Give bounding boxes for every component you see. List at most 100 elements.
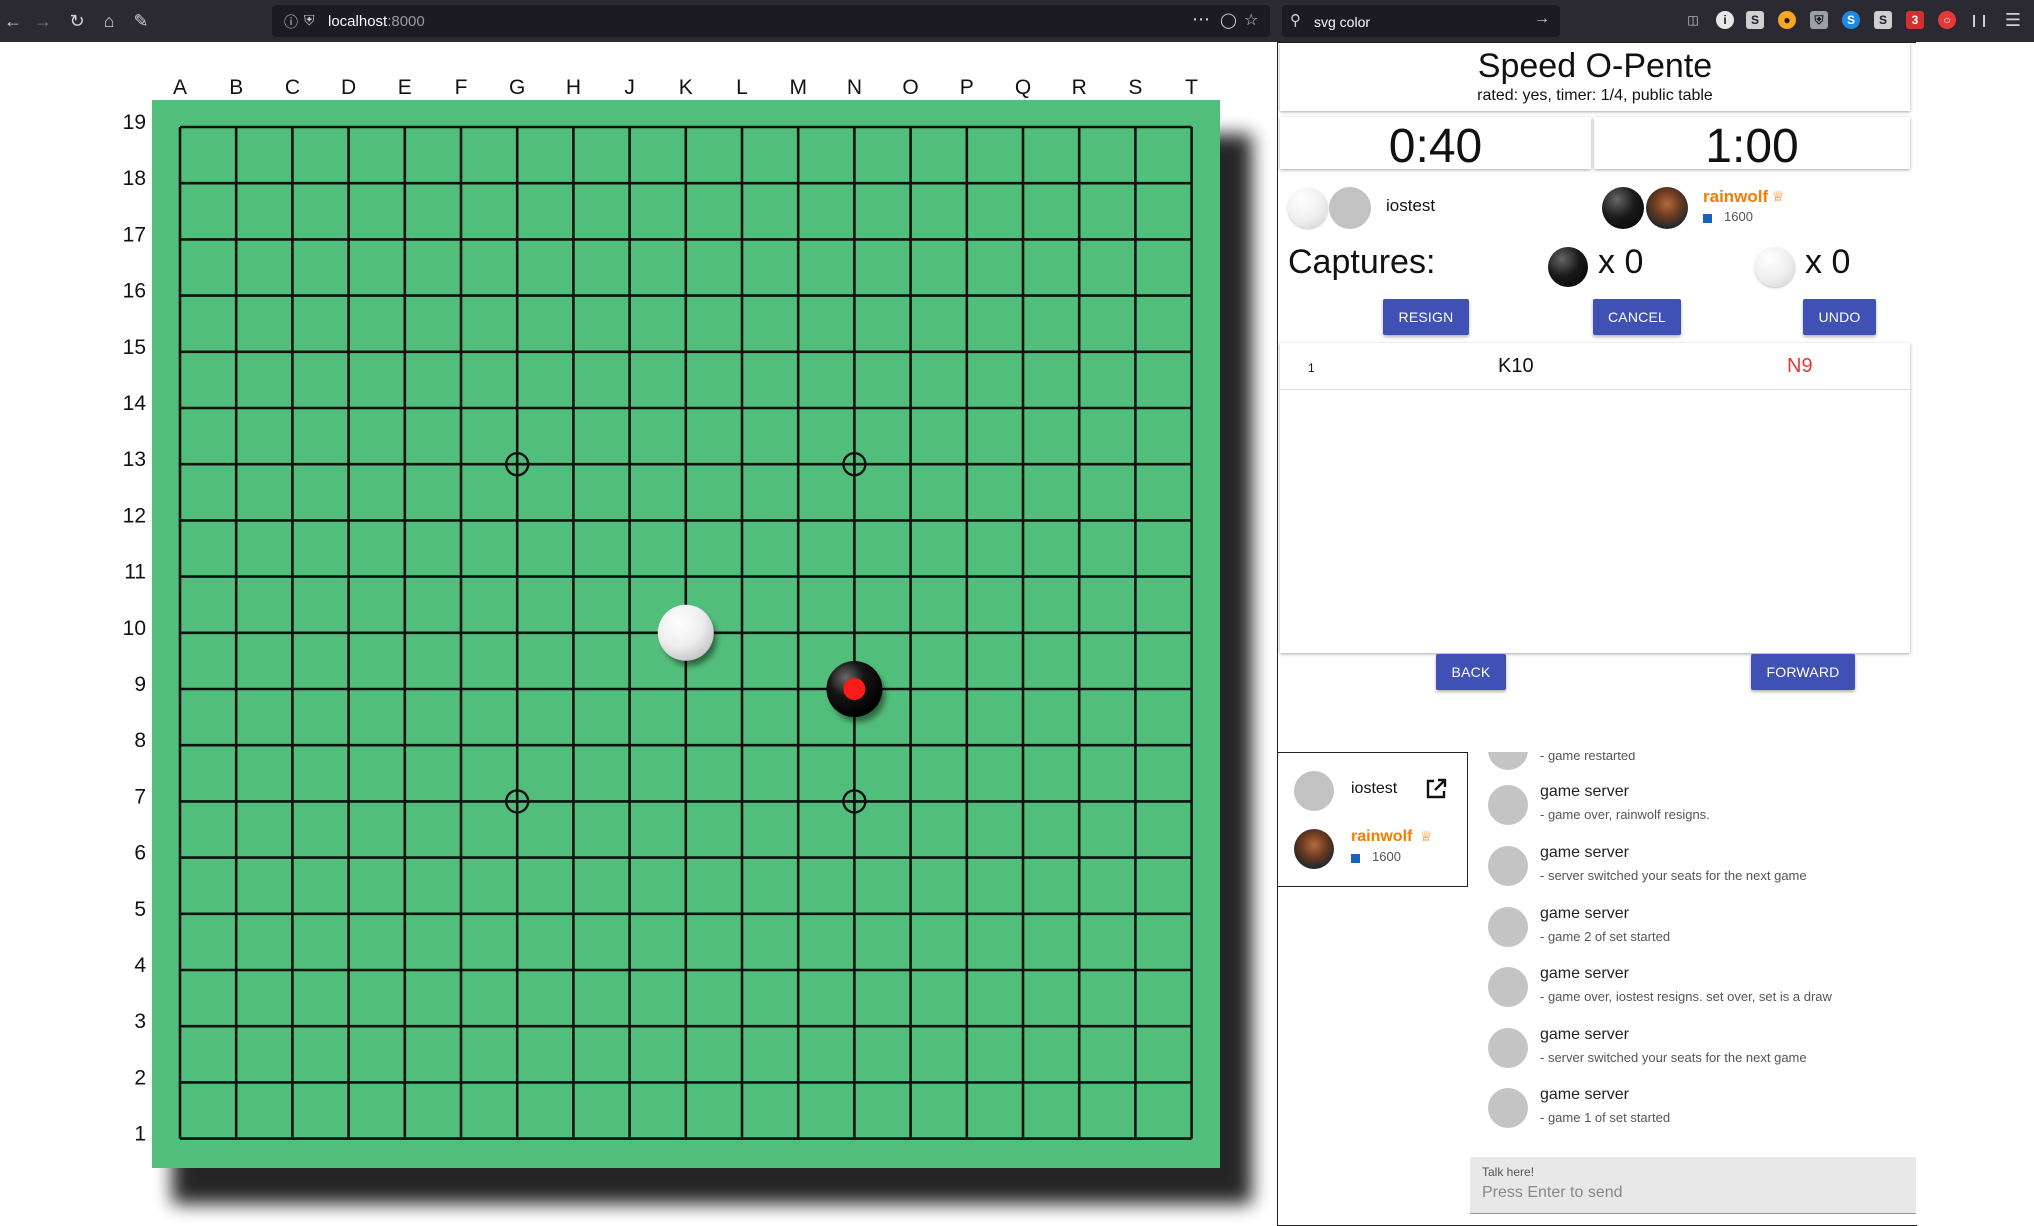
badge-extension-icon[interactable]: 3 bbox=[1906, 11, 1924, 29]
privacy-icon[interactable]: i bbox=[1716, 11, 1734, 29]
chat-messages[interactable]: - game restarted game server - game over,… bbox=[1468, 752, 1916, 1162]
black-stone-icon bbox=[1602, 187, 1644, 229]
extension-icon[interactable]: ✎ bbox=[128, 8, 154, 34]
chat-message: game server - game 2 of set started bbox=[1468, 901, 1916, 957]
game-board[interactable]: ABCDEFGHJKLMNOPQRST 19181716151413121110… bbox=[0, 42, 1270, 1225]
chat-message-text: - game over, rainwolf resigns. bbox=[1540, 807, 1710, 822]
resign-button[interactable]: RESIGN bbox=[1383, 299, 1469, 335]
column-label: S bbox=[1128, 76, 1142, 99]
star-point bbox=[505, 452, 530, 477]
game-panel: Speed O-Pente rated: yes, timer: 1/4, pu… bbox=[1277, 42, 1917, 754]
cancel-button[interactable]: CANCEL bbox=[1593, 299, 1681, 335]
black-capture-count: x 0 bbox=[1598, 243, 1644, 281]
star-point bbox=[842, 789, 867, 814]
row-labels: 19 18 17 16 15 14 13 12 11 10 9 8 7 6 5 4 3 2 1 bbox=[123, 111, 147, 1146]
row-label: 6 bbox=[134, 842, 146, 865]
timer-right: 1:00 bbox=[1705, 120, 1799, 173]
column-label: J bbox=[624, 76, 635, 99]
crown-icon: ♕ bbox=[1772, 188, 1785, 204]
move-row[interactable]: 1 K10 N9 bbox=[1280, 343, 1910, 390]
search-query: svg color bbox=[1314, 14, 1371, 30]
table-player-rating: 1600 bbox=[1372, 849, 1401, 864]
row-label: 11 bbox=[124, 561, 146, 584]
open-external-icon[interactable] bbox=[1424, 777, 1448, 801]
chat-message: game server - game 1 of set started bbox=[1468, 1082, 1916, 1138]
url-host: localhost bbox=[328, 13, 388, 30]
move-white[interactable]: K10 bbox=[1498, 355, 1534, 378]
captures-label: Captures: bbox=[1288, 243, 1436, 281]
player-black-name[interactable]: rainwolf bbox=[1703, 187, 1768, 207]
column-label: H bbox=[566, 76, 581, 99]
table-player-name[interactable]: iostest bbox=[1351, 780, 1397, 798]
move-black[interactable]: N9 bbox=[1787, 355, 1813, 378]
game-board-area: ABCDEFGHJKLMNOPQRST 19 18 17 16 15 14 13 12 11 10… bbox=[0, 42, 1270, 1225]
sidebar-icon[interactable]: ◫ bbox=[1684, 11, 1702, 29]
search-bar[interactable]: ⚲ svg color → bbox=[1282, 5, 1560, 37]
red-extension-icon[interactable]: ○ bbox=[1938, 11, 1956, 29]
row-label: 16 bbox=[123, 280, 146, 303]
title-card: Speed O-Pente rated: yes, timer: 1/4, pu… bbox=[1280, 43, 1910, 111]
shield-icon[interactable]: ⛨ bbox=[304, 12, 315, 29]
chat-sender: game server bbox=[1540, 965, 1629, 982]
avatar-placeholder bbox=[1488, 967, 1528, 1007]
column-label: A bbox=[173, 76, 187, 99]
forward-button[interactable]: FORWARD bbox=[1751, 654, 1855, 690]
row-label: 10 bbox=[123, 617, 146, 640]
row-label: 19 bbox=[123, 111, 146, 134]
more-actions-icon[interactable]: ⋯ bbox=[1192, 9, 1210, 30]
reload-icon[interactable]: ↻ bbox=[64, 8, 90, 34]
avatar-placeholder bbox=[1488, 1028, 1528, 1068]
player-white-name[interactable]: iostest bbox=[1386, 196, 1435, 216]
search-go-icon[interactable]: → bbox=[1534, 10, 1550, 28]
column-label: M bbox=[789, 76, 807, 99]
menu-icon[interactable]: ☰ bbox=[2004, 10, 2022, 30]
undo-button[interactable]: UNDO bbox=[1803, 299, 1876, 335]
chat-sender: game server bbox=[1540, 1086, 1629, 1103]
row-label: 13 bbox=[123, 448, 146, 471]
avatar-placeholder bbox=[1294, 771, 1334, 811]
row-label: 1 bbox=[134, 1123, 146, 1146]
back-nav-icon[interactable]: ← bbox=[0, 8, 26, 34]
empty-margin bbox=[1916, 42, 2034, 1225]
chat-input[interactable]: Talk here! Press Enter to send bbox=[1470, 1157, 1916, 1214]
rating-color-icon bbox=[1703, 214, 1712, 223]
move-list: 1 K10 N9 bbox=[1280, 343, 1910, 653]
chat-input-label: Talk here! bbox=[1482, 1165, 1535, 1179]
column-label: K bbox=[679, 76, 693, 99]
skype-icon[interactable]: S bbox=[1842, 11, 1860, 29]
rating-color-icon bbox=[1351, 854, 1360, 863]
white-capture-count: x 0 bbox=[1805, 243, 1851, 281]
ublock-icon[interactable]: ⛨ bbox=[1810, 11, 1828, 29]
column-label: F bbox=[455, 76, 468, 99]
chat-message: game server - server switched your seats … bbox=[1468, 840, 1916, 896]
browser-toolbar: ← → ↻ ⌂ ✎ ⓘ ⛨ localhost:8000 ⋯ ◯ ☆ ⚲ svg… bbox=[0, 0, 2034, 42]
info-icon[interactable]: ⓘ bbox=[284, 12, 298, 32]
column-label: L bbox=[736, 76, 748, 99]
timer-left-card: 0:40 bbox=[1280, 117, 1591, 173]
column-label: C bbox=[285, 76, 300, 99]
column-label: T bbox=[1185, 76, 1198, 99]
column-label: G bbox=[509, 76, 525, 99]
avatar bbox=[1646, 187, 1688, 229]
avatar-placeholder bbox=[1329, 187, 1371, 229]
back-button[interactable]: BACK bbox=[1436, 654, 1506, 690]
row-label: 7 bbox=[134, 785, 146, 808]
bookmark-star-icon[interactable]: ☆ bbox=[1244, 10, 1258, 30]
pocket-icon[interactable]: ◯ bbox=[1220, 11, 1237, 29]
s-grey-extension-icon[interactable]: S bbox=[1874, 11, 1892, 29]
url-bar[interactable]: ⓘ ⛨ localhost:8000 ⋯ ◯ ☆ bbox=[272, 5, 1270, 37]
chat-sender: game server bbox=[1540, 844, 1629, 861]
home-icon[interactable]: ⌂ bbox=[96, 8, 122, 34]
avatar bbox=[1294, 829, 1334, 869]
row-label: 15 bbox=[123, 336, 146, 359]
chat-message: game server - game over, rainwolf resigns… bbox=[1468, 779, 1916, 835]
fox-extension-icon[interactable]: ● bbox=[1778, 11, 1796, 29]
star-point bbox=[842, 452, 867, 477]
forward-nav-icon[interactable]: → bbox=[30, 8, 56, 34]
column-labels: ABCDEFGHJKLMNOPQRST bbox=[173, 76, 1198, 99]
table-player-name[interactable]: rainwolf bbox=[1351, 828, 1412, 846]
avatar-placeholder bbox=[1488, 907, 1528, 947]
column-label: N bbox=[847, 76, 862, 99]
s-extension-icon[interactable]: S bbox=[1746, 11, 1764, 29]
library-icon[interactable]: ❙❙ bbox=[1969, 11, 1989, 29]
